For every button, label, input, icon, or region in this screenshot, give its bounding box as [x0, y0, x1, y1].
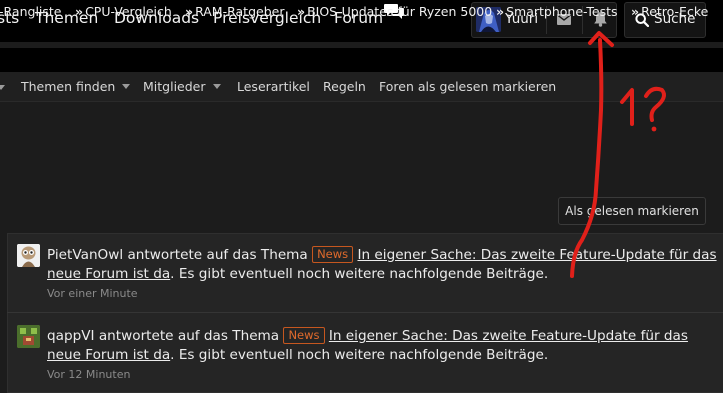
ticker-item[interactable]: » Smartphone-Tests [496, 4, 618, 19]
subnav-mark-forums-read[interactable]: Foren als gelesen markieren [379, 79, 556, 94]
ticker-item[interactable]: -Rangliste [0, 4, 62, 19]
avatar[interactable] [17, 325, 40, 348]
subnav-leserartikel[interactable]: Leserartikel [237, 79, 310, 94]
alert-text: PietVanOwl antwortete auf das Thema News… [47, 246, 717, 263]
subnav-regeln[interactable]: Regeln [323, 79, 366, 94]
ticker-item[interactable]: » RAM-Ratgeber [185, 4, 284, 19]
news-badge: News [283, 327, 325, 344]
ticker-item[interactable]: » BIOS-Updates für Ryzen 5000 [297, 4, 492, 19]
thread-link[interactable]: neue Forum ist da [47, 266, 170, 282]
chevron-down-icon [122, 84, 131, 89]
news-badge: News [312, 246, 354, 263]
alert-time: Vor einer Minute [47, 287, 138, 300]
alert-text: neue Forum ist da. Es gibt eventuell noc… [47, 266, 549, 282]
alert-username[interactable]: PietVanOwl [47, 247, 123, 263]
chevron-down-icon[interactable] [0, 85, 5, 90]
ticker-bar [0, 48, 723, 72]
ticker-item[interactable]: » CPU-Vergleich [75, 4, 172, 19]
alert-username[interactable]: qappVI [47, 328, 95, 344]
alert-text: qappVI antwortete auf das Thema News In … [47, 327, 688, 344]
thread-link[interactable]: In eigener Sache: Das zweite Feature-Upd… [357, 247, 716, 263]
ticker-item[interactable]: » Retro-Ecke [631, 4, 708, 19]
mark-read-button[interactable]: Als gelesen markieren [558, 197, 706, 225]
avatar[interactable] [17, 244, 40, 267]
thread-link[interactable]: In eigener Sache: Das zweite Feature-Upd… [329, 328, 688, 344]
chevron-down-icon [212, 84, 221, 89]
subnav-mitglieder[interactable]: Mitglieder [143, 79, 221, 94]
divider [7, 312, 723, 313]
alert-text: neue Forum ist da. Es gibt eventuell noc… [47, 347, 549, 363]
subnav-themen-finden[interactable]: Themen finden [21, 79, 131, 94]
alert-time: Vor 12 Minuten [47, 368, 131, 381]
thread-link[interactable]: neue Forum ist da [47, 347, 170, 363]
